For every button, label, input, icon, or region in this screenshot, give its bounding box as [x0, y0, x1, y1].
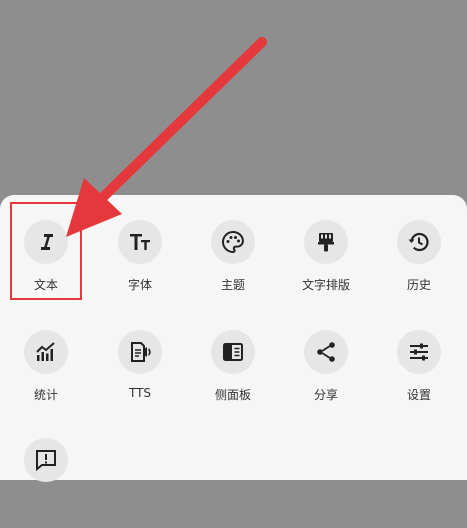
- menu-item-stats[interactable]: 统计: [6, 330, 86, 420]
- history-icon: [397, 220, 441, 264]
- dimmed-overlay[interactable]: [0, 0, 467, 195]
- text-to-speech-icon: [118, 330, 162, 374]
- menu-item-font[interactable]: 字体: [100, 220, 180, 310]
- menu-item-history[interactable]: 历史: [379, 220, 459, 310]
- menu-item-label: 主题: [220, 278, 245, 292]
- sliders-icon: [397, 330, 441, 374]
- menu-item-label: 分享: [313, 388, 338, 402]
- menu-item-feedback[interactable]: [6, 438, 86, 528]
- share-icon: [304, 330, 348, 374]
- menu-item-theme[interactable]: 主题: [193, 220, 273, 310]
- menu-item-tts[interactable]: TTS: [100, 330, 180, 420]
- menu-item-label: 统计: [33, 388, 58, 402]
- menu-item-settings[interactable]: 设置: [379, 330, 459, 420]
- menu-item-typesetting[interactable]: 文字排版: [286, 220, 366, 310]
- paint-roller-icon: [304, 220, 348, 264]
- palette-icon: [211, 220, 255, 264]
- menu-item-label: 文字排版: [301, 278, 350, 292]
- font-size-icon: [118, 220, 162, 264]
- menu-item-side-panel[interactable]: 侧面板: [193, 330, 273, 420]
- menu-item-label: 字体: [127, 278, 152, 292]
- menu-item-share[interactable]: 分享: [286, 330, 366, 420]
- statistics-icon: [24, 330, 68, 374]
- highlight-box: [10, 202, 82, 300]
- menu-item-label: 侧面板: [214, 388, 251, 402]
- feedback-icon: [24, 438, 68, 482]
- menu-item-label: TTS: [128, 386, 152, 400]
- side-panel-icon: [211, 330, 255, 374]
- menu-item-label: 设置: [406, 388, 431, 402]
- menu-item-label: 历史: [406, 278, 431, 292]
